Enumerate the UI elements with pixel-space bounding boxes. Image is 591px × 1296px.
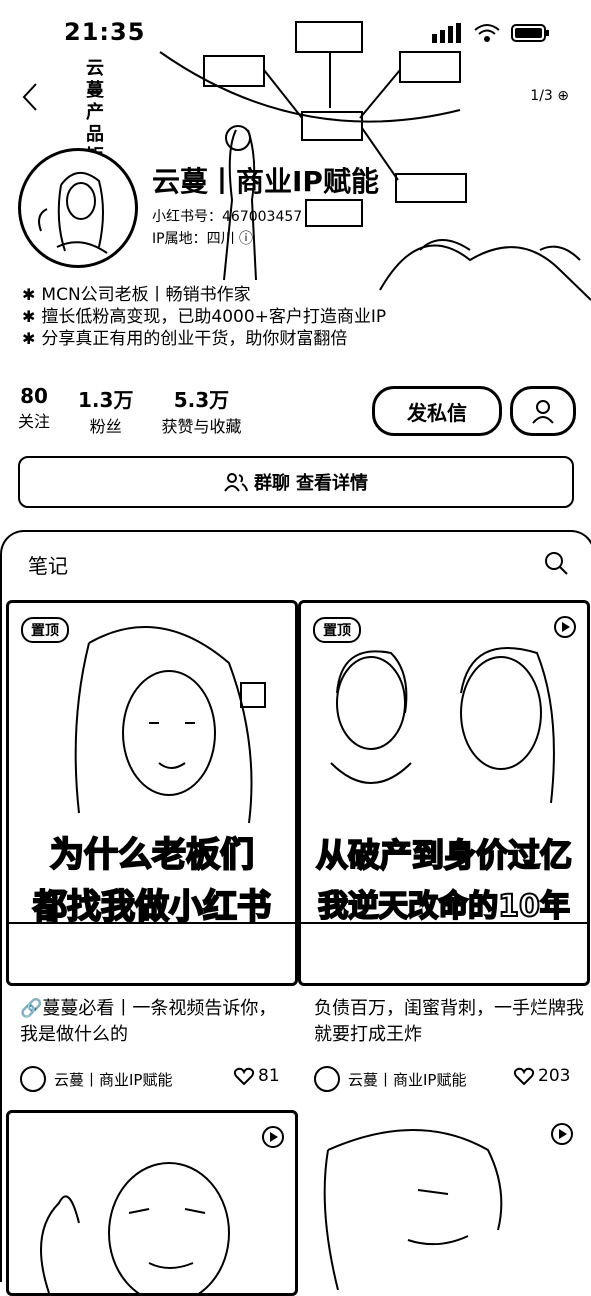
bio-text: 擅长低粉高变现，已助4000+客户打造商业IP <box>41 307 387 327</box>
battery-icon <box>511 24 549 42</box>
back-button[interactable] <box>18 80 42 120</box>
bio-text: MCN公司老板丨畅销书作家 <box>41 285 251 305</box>
note-author[interactable]: 云蔓丨商业IP赋能 <box>20 1066 172 1092</box>
cover-caption: 从破产到身价过亿 <box>315 835 573 875</box>
stat-likes-collects[interactable]: 5.3万 获赞与收藏 <box>161 384 241 437</box>
video-play-icon <box>554 616 576 638</box>
note-cover-image <box>323 1129 503 1290</box>
note-card[interactable] <box>6 1110 298 1296</box>
cover-caption: 为什么老板们 <box>49 834 255 876</box>
bio-line: ✱ 分享真正有用的创业干货，助你财富翻倍 <box>22 328 386 350</box>
heart-icon <box>234 1067 254 1085</box>
author-name: 云蔓丨商业IP赋能 <box>54 1070 173 1089</box>
heart-icon <box>514 1067 534 1085</box>
note-title[interactable]: 负债百万，闺蜜背刺，一手烂牌我就要打成王炸 <box>314 996 584 1048</box>
group-chat-action: 查看详情 <box>296 473 368 494</box>
search-icon[interactable] <box>543 550 569 576</box>
group-chat-icon <box>224 473 248 492</box>
video-play-icon <box>551 1123 573 1145</box>
bio-line: ✱ 擅长低粉高变现，已助4000+客户打造商业IP <box>22 306 386 328</box>
like-button[interactable]: 203 <box>514 1066 570 1086</box>
cellular-signal-icon <box>432 23 461 43</box>
like-count: 203 <box>538 1066 571 1086</box>
like-count: 81 <box>258 1066 280 1086</box>
status-bar: 21:35 <box>0 18 591 54</box>
avatar-image <box>38 172 108 254</box>
video-play-icon <box>262 1126 284 1148</box>
star-icon: ✱ <box>22 329 36 348</box>
note-card[interactable]: 置顶 从破产到身价过亿 我逆天改命的10年 <box>298 600 590 986</box>
person-icon <box>532 400 554 424</box>
pinned-badge: 置顶 <box>313 617 361 643</box>
author-avatar <box>20 1066 46 1092</box>
note-card[interactable]: 置顶 为什么老板们 都找我做小红书 <box>6 600 298 986</box>
status-time: 21:35 <box>64 18 146 46</box>
star-icon: ✱ <box>22 285 36 304</box>
stat-number: 5.3万 <box>173 388 230 412</box>
like-button[interactable]: 81 <box>234 1066 280 1086</box>
profile-nickname: 云蔓丨商业IP赋能 <box>152 165 379 198</box>
send-message-button[interactable]: 发私信 <box>372 386 502 436</box>
chevron-left-icon <box>22 83 37 111</box>
group-chat-label: 群聊 <box>254 473 290 494</box>
image-counter: 1/3 ⊕ <box>530 88 569 104</box>
account-id[interactable]: 小红书号：467003457 <box>152 206 302 226</box>
avatar[interactable] <box>18 148 138 268</box>
stat-label: 粉丝 <box>89 417 122 436</box>
bio-line: ✱ MCN公司老板丨畅销书作家 <box>22 284 386 306</box>
profile-bio: ✱ MCN公司老板丨畅销书作家 ✱ 擅长低粉高变现，已助4000+客户打造商业I… <box>22 284 386 350</box>
note-card[interactable] <box>298 1110 584 1290</box>
group-chat-bar[interactable]: 群聊 查看详情 <box>18 456 574 508</box>
stat-number: 80 <box>20 384 48 408</box>
profile-stats: 80 关注 1.3万 粉丝 5.3万 获赞与收藏 <box>18 384 241 437</box>
stat-followers[interactable]: 1.3万 粉丝 <box>78 384 133 437</box>
cover-caption: 都找我做小红书 <box>32 886 272 928</box>
bio-text: 分享真正有用的创业干货，助你财富翻倍 <box>41 329 348 349</box>
author-name: 云蔓丨商业IP赋能 <box>348 1070 467 1089</box>
cover-caption: 我逆天改命的10年 <box>317 888 571 925</box>
stat-following[interactable]: 80 关注 <box>18 384 50 437</box>
note-author[interactable]: 云蔓丨商业IP赋能 <box>314 1066 466 1092</box>
stat-label: 关注 <box>18 412 51 431</box>
tab-notes[interactable]: 笔记 <box>28 550 68 579</box>
stat-label: 获赞与收藏 <box>161 417 242 436</box>
note-cover-image <box>40 1162 230 1293</box>
profile-person-button[interactable] <box>510 386 576 436</box>
star-icon: ✱ <box>22 307 36 326</box>
wifi-icon <box>474 24 500 42</box>
note-title[interactable]: 🔗蔓蔓必看丨一条视频告诉你，我是做什么的 <box>20 996 290 1048</box>
ip-location: IP属地：四川 ⓘ <box>152 231 254 247</box>
author-avatar <box>314 1066 340 1092</box>
stat-number: 1.3万 <box>78 388 134 412</box>
pinned-badge: 置顶 <box>21 617 69 643</box>
